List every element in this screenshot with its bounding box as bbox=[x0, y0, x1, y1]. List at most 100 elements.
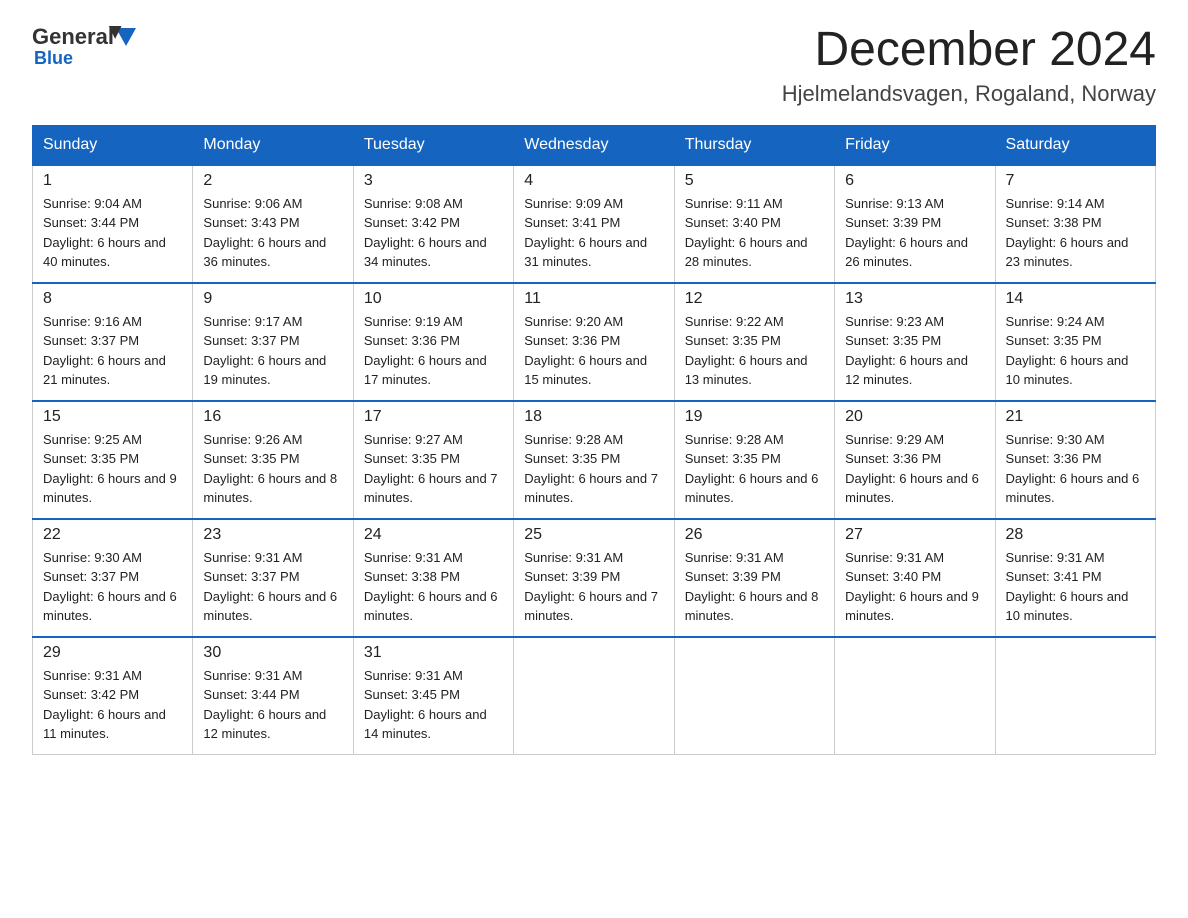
sunset-label: Sunset: 3:37 PM bbox=[203, 333, 299, 348]
daylight-label: Daylight: 6 hours and 12 minutes. bbox=[845, 353, 968, 388]
calendar-day-cell: 25 Sunrise: 9:31 AM Sunset: 3:39 PM Dayl… bbox=[514, 519, 674, 637]
sunset-label: Sunset: 3:39 PM bbox=[845, 215, 941, 230]
day-info: Sunrise: 9:31 AM Sunset: 3:40 PM Dayligh… bbox=[845, 548, 984, 626]
day-info: Sunrise: 9:31 AM Sunset: 3:39 PM Dayligh… bbox=[685, 548, 824, 626]
daylight-label: Daylight: 6 hours and 6 minutes. bbox=[1006, 471, 1140, 506]
page-title: December 2024 bbox=[782, 24, 1156, 77]
sunrise-label: Sunrise: 9:16 AM bbox=[43, 314, 142, 329]
sunset-label: Sunset: 3:44 PM bbox=[203, 687, 299, 702]
day-number: 13 bbox=[845, 290, 984, 308]
day-info: Sunrise: 9:16 AM Sunset: 3:37 PM Dayligh… bbox=[43, 312, 182, 390]
day-number: 6 bbox=[845, 172, 984, 190]
daylight-label: Daylight: 6 hours and 11 minutes. bbox=[43, 707, 166, 742]
day-number: 21 bbox=[1006, 408, 1145, 426]
day-info: Sunrise: 9:27 AM Sunset: 3:35 PM Dayligh… bbox=[364, 430, 503, 508]
calendar-day-cell: 9 Sunrise: 9:17 AM Sunset: 3:37 PM Dayli… bbox=[193, 283, 353, 401]
sunset-label: Sunset: 3:39 PM bbox=[524, 569, 620, 584]
calendar-day-cell: 5 Sunrise: 9:11 AM Sunset: 3:40 PM Dayli… bbox=[674, 165, 834, 283]
sunrise-label: Sunrise: 9:31 AM bbox=[845, 550, 944, 565]
day-info: Sunrise: 9:17 AM Sunset: 3:37 PM Dayligh… bbox=[203, 312, 342, 390]
day-info: Sunrise: 9:09 AM Sunset: 3:41 PM Dayligh… bbox=[524, 194, 663, 272]
day-number: 18 bbox=[524, 408, 663, 426]
calendar-day-cell: 6 Sunrise: 9:13 AM Sunset: 3:39 PM Dayli… bbox=[835, 165, 995, 283]
sunrise-label: Sunrise: 9:11 AM bbox=[685, 196, 783, 211]
sunset-label: Sunset: 3:38 PM bbox=[364, 569, 460, 584]
sunset-label: Sunset: 3:36 PM bbox=[845, 451, 941, 466]
day-info: Sunrise: 9:24 AM Sunset: 3:35 PM Dayligh… bbox=[1006, 312, 1145, 390]
calendar-day-cell: 4 Sunrise: 9:09 AM Sunset: 3:41 PM Dayli… bbox=[514, 165, 674, 283]
day-info: Sunrise: 9:28 AM Sunset: 3:35 PM Dayligh… bbox=[524, 430, 663, 508]
calendar-day-cell: 27 Sunrise: 9:31 AM Sunset: 3:40 PM Dayl… bbox=[835, 519, 995, 637]
sunrise-label: Sunrise: 9:30 AM bbox=[1006, 432, 1105, 447]
calendar-day-cell bbox=[995, 637, 1155, 755]
daylight-label: Daylight: 6 hours and 21 minutes. bbox=[43, 353, 166, 388]
day-info: Sunrise: 9:19 AM Sunset: 3:36 PM Dayligh… bbox=[364, 312, 503, 390]
calendar-week-row: 8 Sunrise: 9:16 AM Sunset: 3:37 PM Dayli… bbox=[33, 283, 1156, 401]
sunset-label: Sunset: 3:36 PM bbox=[1006, 451, 1102, 466]
day-info: Sunrise: 9:11 AM Sunset: 3:40 PM Dayligh… bbox=[685, 194, 824, 272]
title-block: December 2024 Hjelmelandsvagen, Rogaland… bbox=[782, 24, 1156, 107]
day-info: Sunrise: 9:14 AM Sunset: 3:38 PM Dayligh… bbox=[1006, 194, 1145, 272]
day-number: 25 bbox=[524, 526, 663, 544]
day-number: 5 bbox=[685, 172, 824, 190]
daylight-label: Daylight: 6 hours and 6 minutes. bbox=[685, 471, 819, 506]
column-header-wednesday: Wednesday bbox=[514, 125, 674, 165]
day-info: Sunrise: 9:13 AM Sunset: 3:39 PM Dayligh… bbox=[845, 194, 984, 272]
daylight-label: Daylight: 6 hours and 6 minutes. bbox=[364, 589, 498, 624]
day-info: Sunrise: 9:31 AM Sunset: 3:41 PM Dayligh… bbox=[1006, 548, 1145, 626]
daylight-label: Daylight: 6 hours and 17 minutes. bbox=[364, 353, 487, 388]
day-info: Sunrise: 9:31 AM Sunset: 3:37 PM Dayligh… bbox=[203, 548, 342, 626]
calendar-day-cell: 10 Sunrise: 9:19 AM Sunset: 3:36 PM Dayl… bbox=[353, 283, 513, 401]
daylight-label: Daylight: 6 hours and 7 minutes. bbox=[524, 471, 658, 506]
sunset-label: Sunset: 3:42 PM bbox=[43, 687, 139, 702]
daylight-label: Daylight: 6 hours and 40 minutes. bbox=[43, 235, 166, 270]
sunrise-label: Sunrise: 9:04 AM bbox=[43, 196, 142, 211]
column-header-monday: Monday bbox=[193, 125, 353, 165]
daylight-label: Daylight: 6 hours and 6 minutes. bbox=[203, 589, 337, 624]
sunset-label: Sunset: 3:40 PM bbox=[845, 569, 941, 584]
page-header: General▲ Blue December 2024 Hjelmelandsv… bbox=[32, 24, 1156, 107]
daylight-label: Daylight: 6 hours and 14 minutes. bbox=[364, 707, 487, 742]
sunrise-label: Sunrise: 9:22 AM bbox=[685, 314, 784, 329]
daylight-label: Daylight: 6 hours and 10 minutes. bbox=[1006, 353, 1129, 388]
sunset-label: Sunset: 3:39 PM bbox=[685, 569, 781, 584]
sunrise-label: Sunrise: 9:13 AM bbox=[845, 196, 944, 211]
sunrise-label: Sunrise: 9:30 AM bbox=[43, 550, 142, 565]
day-number: 20 bbox=[845, 408, 984, 426]
calendar-day-cell: 30 Sunrise: 9:31 AM Sunset: 3:44 PM Dayl… bbox=[193, 637, 353, 755]
daylight-label: Daylight: 6 hours and 7 minutes. bbox=[364, 471, 498, 506]
sunrise-label: Sunrise: 9:28 AM bbox=[685, 432, 784, 447]
day-info: Sunrise: 9:20 AM Sunset: 3:36 PM Dayligh… bbox=[524, 312, 663, 390]
calendar-week-row: 1 Sunrise: 9:04 AM Sunset: 3:44 PM Dayli… bbox=[33, 165, 1156, 283]
day-info: Sunrise: 9:28 AM Sunset: 3:35 PM Dayligh… bbox=[685, 430, 824, 508]
sunset-label: Sunset: 3:35 PM bbox=[203, 451, 299, 466]
day-number: 22 bbox=[43, 526, 182, 544]
calendar-week-row: 15 Sunrise: 9:25 AM Sunset: 3:35 PM Dayl… bbox=[33, 401, 1156, 519]
day-number: 17 bbox=[364, 408, 503, 426]
sunset-label: Sunset: 3:36 PM bbox=[524, 333, 620, 348]
calendar-day-cell: 23 Sunrise: 9:31 AM Sunset: 3:37 PM Dayl… bbox=[193, 519, 353, 637]
calendar-day-cell bbox=[514, 637, 674, 755]
day-number: 30 bbox=[203, 644, 342, 662]
daylight-label: Daylight: 6 hours and 36 minutes. bbox=[203, 235, 326, 270]
sunrise-label: Sunrise: 9:06 AM bbox=[203, 196, 302, 211]
sunrise-label: Sunrise: 9:29 AM bbox=[845, 432, 944, 447]
sunrise-label: Sunrise: 9:31 AM bbox=[524, 550, 623, 565]
day-info: Sunrise: 9:31 AM Sunset: 3:42 PM Dayligh… bbox=[43, 666, 182, 744]
sunrise-label: Sunrise: 9:27 AM bbox=[364, 432, 463, 447]
calendar-day-cell: 11 Sunrise: 9:20 AM Sunset: 3:36 PM Dayl… bbox=[514, 283, 674, 401]
daylight-label: Daylight: 6 hours and 6 minutes. bbox=[845, 471, 979, 506]
calendar-day-cell: 16 Sunrise: 9:26 AM Sunset: 3:35 PM Dayl… bbox=[193, 401, 353, 519]
calendar-day-cell: 14 Sunrise: 9:24 AM Sunset: 3:35 PM Dayl… bbox=[995, 283, 1155, 401]
day-info: Sunrise: 9:22 AM Sunset: 3:35 PM Dayligh… bbox=[685, 312, 824, 390]
sunset-label: Sunset: 3:42 PM bbox=[364, 215, 460, 230]
day-number: 28 bbox=[1006, 526, 1145, 544]
day-number: 14 bbox=[1006, 290, 1145, 308]
sunset-label: Sunset: 3:36 PM bbox=[364, 333, 460, 348]
daylight-label: Daylight: 6 hours and 8 minutes. bbox=[203, 471, 337, 506]
day-number: 3 bbox=[364, 172, 503, 190]
sunrise-label: Sunrise: 9:31 AM bbox=[364, 550, 463, 565]
daylight-label: Daylight: 6 hours and 12 minutes. bbox=[203, 707, 326, 742]
daylight-label: Daylight: 6 hours and 6 minutes. bbox=[43, 589, 177, 624]
sunset-label: Sunset: 3:35 PM bbox=[685, 451, 781, 466]
